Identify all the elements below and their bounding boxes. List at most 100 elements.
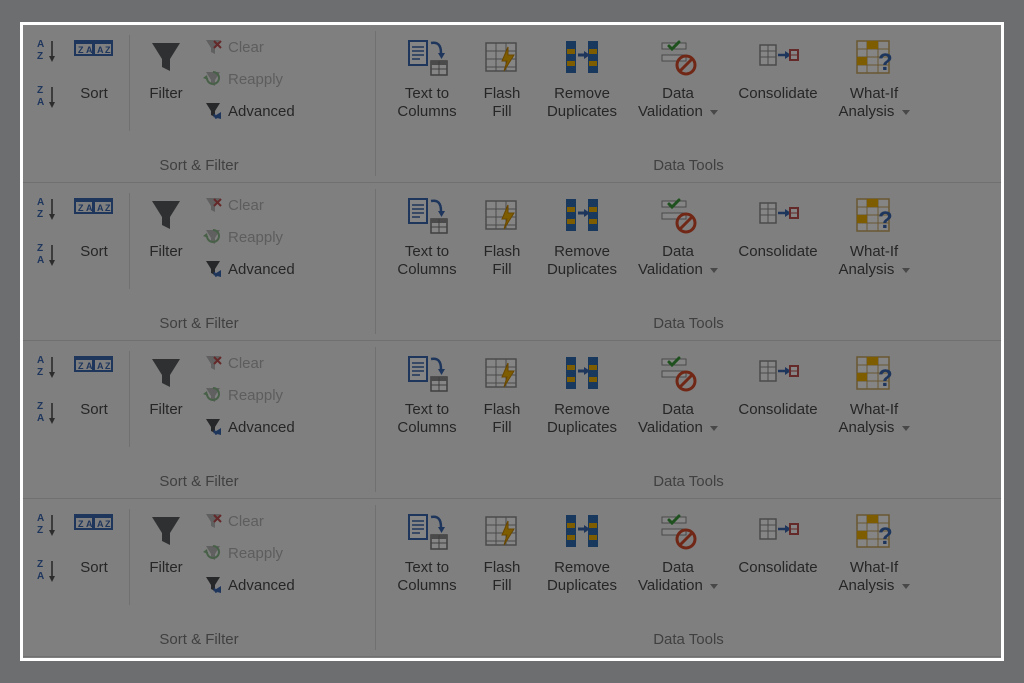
advanced-filter-button[interactable]: Advanced bbox=[198, 571, 299, 599]
what-if-analysis-button-label: What-IfAnalysis bbox=[838, 85, 909, 121]
data-validation-button[interactable]: DataValidation bbox=[630, 505, 726, 595]
filter-icon bbox=[144, 193, 188, 237]
svg-text:Z: Z bbox=[37, 85, 43, 96]
filter-button[interactable]: Filter bbox=[134, 347, 198, 437]
text-to-columns-button[interactable]: Text toColumns bbox=[384, 347, 470, 437]
separator bbox=[129, 35, 130, 131]
remove-duplicates-button-label: RemoveDuplicates bbox=[547, 243, 617, 279]
consolidate-icon bbox=[756, 35, 800, 79]
sort-button[interactable]: Z A A Z Sort bbox=[63, 347, 125, 437]
sort-descending-button[interactable]: Z A bbox=[35, 83, 57, 111]
what-if-analysis-button[interactable]: ? What-IfAnalysis bbox=[830, 505, 918, 595]
filter-button-label: Filter bbox=[149, 85, 182, 121]
group-sort-filter: A Z Z A Z A A Z Sort Filter Clear Reappl… bbox=[23, 183, 375, 340]
flash-fill-button[interactable]: FlashFill bbox=[470, 189, 534, 279]
text-to-columns-icon bbox=[405, 193, 449, 237]
filter-button[interactable]: Filter bbox=[134, 189, 198, 279]
svg-text:A: A bbox=[86, 361, 93, 371]
filter-button[interactable]: Filter bbox=[134, 31, 198, 121]
remove-duplicates-button[interactable]: RemoveDuplicates bbox=[534, 189, 630, 279]
svg-text:A: A bbox=[37, 39, 44, 50]
separator bbox=[129, 509, 130, 605]
data-validation-button[interactable]: DataValidation bbox=[630, 31, 726, 121]
sort-button[interactable]: Z A A Z Sort bbox=[63, 505, 125, 595]
clear-filter-button-label: Clear bbox=[228, 197, 264, 214]
text-to-columns-button-label: Text toColumns bbox=[397, 401, 456, 437]
flash-fill-button[interactable]: FlashFill bbox=[470, 31, 534, 121]
consolidate-button[interactable]: Consolidate bbox=[726, 189, 830, 279]
sort-descending-button[interactable]: Z A bbox=[35, 241, 57, 269]
flash-fill-button[interactable]: FlashFill bbox=[470, 347, 534, 437]
remove-duplicates-button[interactable]: RemoveDuplicates bbox=[534, 505, 630, 595]
sort-descending-button[interactable]: Z A bbox=[35, 557, 57, 585]
advanced-filter-button-label: Advanced bbox=[228, 103, 295, 120]
sort-ascending-button[interactable]: A Z bbox=[35, 37, 57, 65]
advanced-filter-icon bbox=[202, 259, 224, 279]
group-data-tools: Text toColumns FlashFill RemoveDuplicate… bbox=[376, 341, 1001, 498]
flash-fill-icon bbox=[480, 193, 524, 237]
consolidate-icon bbox=[756, 509, 800, 553]
svg-text:Z: Z bbox=[78, 45, 84, 55]
what-if-analysis-button[interactable]: ? What-IfAnalysis bbox=[830, 31, 918, 121]
advanced-filter-button[interactable]: Advanced bbox=[198, 97, 299, 125]
flash-fill-button-label: FlashFill bbox=[484, 401, 521, 437]
sort-button[interactable]: Z A A Z Sort bbox=[63, 189, 125, 279]
filter-button[interactable]: Filter bbox=[134, 505, 198, 595]
group-title-sort-filter: Sort & Filter bbox=[23, 630, 375, 656]
remove-duplicates-button-label: RemoveDuplicates bbox=[547, 85, 617, 121]
what-if-analysis-button[interactable]: ? What-IfAnalysis bbox=[830, 347, 918, 437]
clear-filter-icon bbox=[202, 353, 224, 373]
clear-filter-icon bbox=[202, 195, 224, 215]
reapply-filter-button-label: Reapply bbox=[228, 229, 283, 246]
dropdown-arrow-icon bbox=[710, 426, 718, 431]
data-validation-icon bbox=[656, 351, 700, 395]
svg-text:A: A bbox=[86, 203, 93, 213]
advanced-filter-icon bbox=[202, 575, 224, 595]
group-title-data-tools: Data Tools bbox=[376, 472, 1001, 498]
group-title-data-tools: Data Tools bbox=[376, 314, 1001, 340]
consolidate-button-label: Consolidate bbox=[738, 85, 817, 121]
ribbon-viewport: A Z Z A Z A A Z Sort Filter Clear Reappl… bbox=[20, 22, 1004, 661]
text-to-columns-button[interactable]: Text toColumns bbox=[384, 505, 470, 595]
flash-fill-button[interactable]: FlashFill bbox=[470, 505, 534, 595]
reapply-filter-button: Reapply bbox=[198, 539, 299, 567]
text-to-columns-button[interactable]: Text toColumns bbox=[384, 189, 470, 279]
clear-filter-button: Clear bbox=[198, 349, 299, 377]
group-data-tools: Text toColumns FlashFill RemoveDuplicate… bbox=[376, 25, 1001, 182]
clear-filter-icon bbox=[202, 37, 224, 57]
remove-duplicates-icon bbox=[560, 35, 604, 79]
group-sort-filter: A Z Z A Z A A Z Sort Filter Clear Reappl… bbox=[23, 499, 375, 656]
svg-text:?: ? bbox=[878, 365, 893, 392]
reapply-filter-button: Reapply bbox=[198, 381, 299, 409]
svg-text:A: A bbox=[86, 519, 93, 529]
consolidate-button[interactable]: Consolidate bbox=[726, 505, 830, 595]
advanced-filter-button[interactable]: Advanced bbox=[198, 413, 299, 441]
consolidate-button[interactable]: Consolidate bbox=[726, 31, 830, 121]
dropdown-arrow-icon bbox=[710, 268, 718, 273]
reapply-filter-button-label: Reapply bbox=[228, 71, 283, 88]
remove-duplicates-button[interactable]: RemoveDuplicates bbox=[534, 347, 630, 437]
sort-ascending-button[interactable]: A Z bbox=[35, 511, 57, 539]
group-data-tools: Text toColumns FlashFill RemoveDuplicate… bbox=[376, 183, 1001, 340]
data-validation-button[interactable]: DataValidation bbox=[630, 347, 726, 437]
svg-text:Z: Z bbox=[105, 45, 111, 55]
sort-button-label: Sort bbox=[80, 401, 108, 437]
what-if-analysis-icon: ? bbox=[852, 35, 896, 79]
sort-descending-button[interactable]: Z A bbox=[35, 399, 57, 427]
sort-ascending-button[interactable]: A Z bbox=[35, 353, 57, 381]
what-if-analysis-button[interactable]: ? What-IfAnalysis bbox=[830, 189, 918, 279]
advanced-filter-button[interactable]: Advanced bbox=[198, 255, 299, 283]
dropdown-arrow-icon bbox=[710, 584, 718, 589]
group-sort-filter: A Z Z A Z A A Z Sort Filter Clear Reappl… bbox=[23, 25, 375, 182]
data-validation-button[interactable]: DataValidation bbox=[630, 189, 726, 279]
consolidate-button[interactable]: Consolidate bbox=[726, 347, 830, 437]
sort-ascending-button[interactable]: A Z bbox=[35, 195, 57, 223]
data-validation-button-label: DataValidation bbox=[638, 85, 718, 121]
sort-button[interactable]: Z A A Z Sort bbox=[63, 31, 125, 121]
svg-text:Z: Z bbox=[37, 243, 43, 254]
text-to-columns-button[interactable]: Text toColumns bbox=[384, 31, 470, 121]
filter-button-label: Filter bbox=[149, 559, 182, 595]
remove-duplicates-button[interactable]: RemoveDuplicates bbox=[534, 31, 630, 121]
svg-text:A: A bbox=[37, 355, 44, 366]
filter-button-label: Filter bbox=[149, 401, 182, 437]
